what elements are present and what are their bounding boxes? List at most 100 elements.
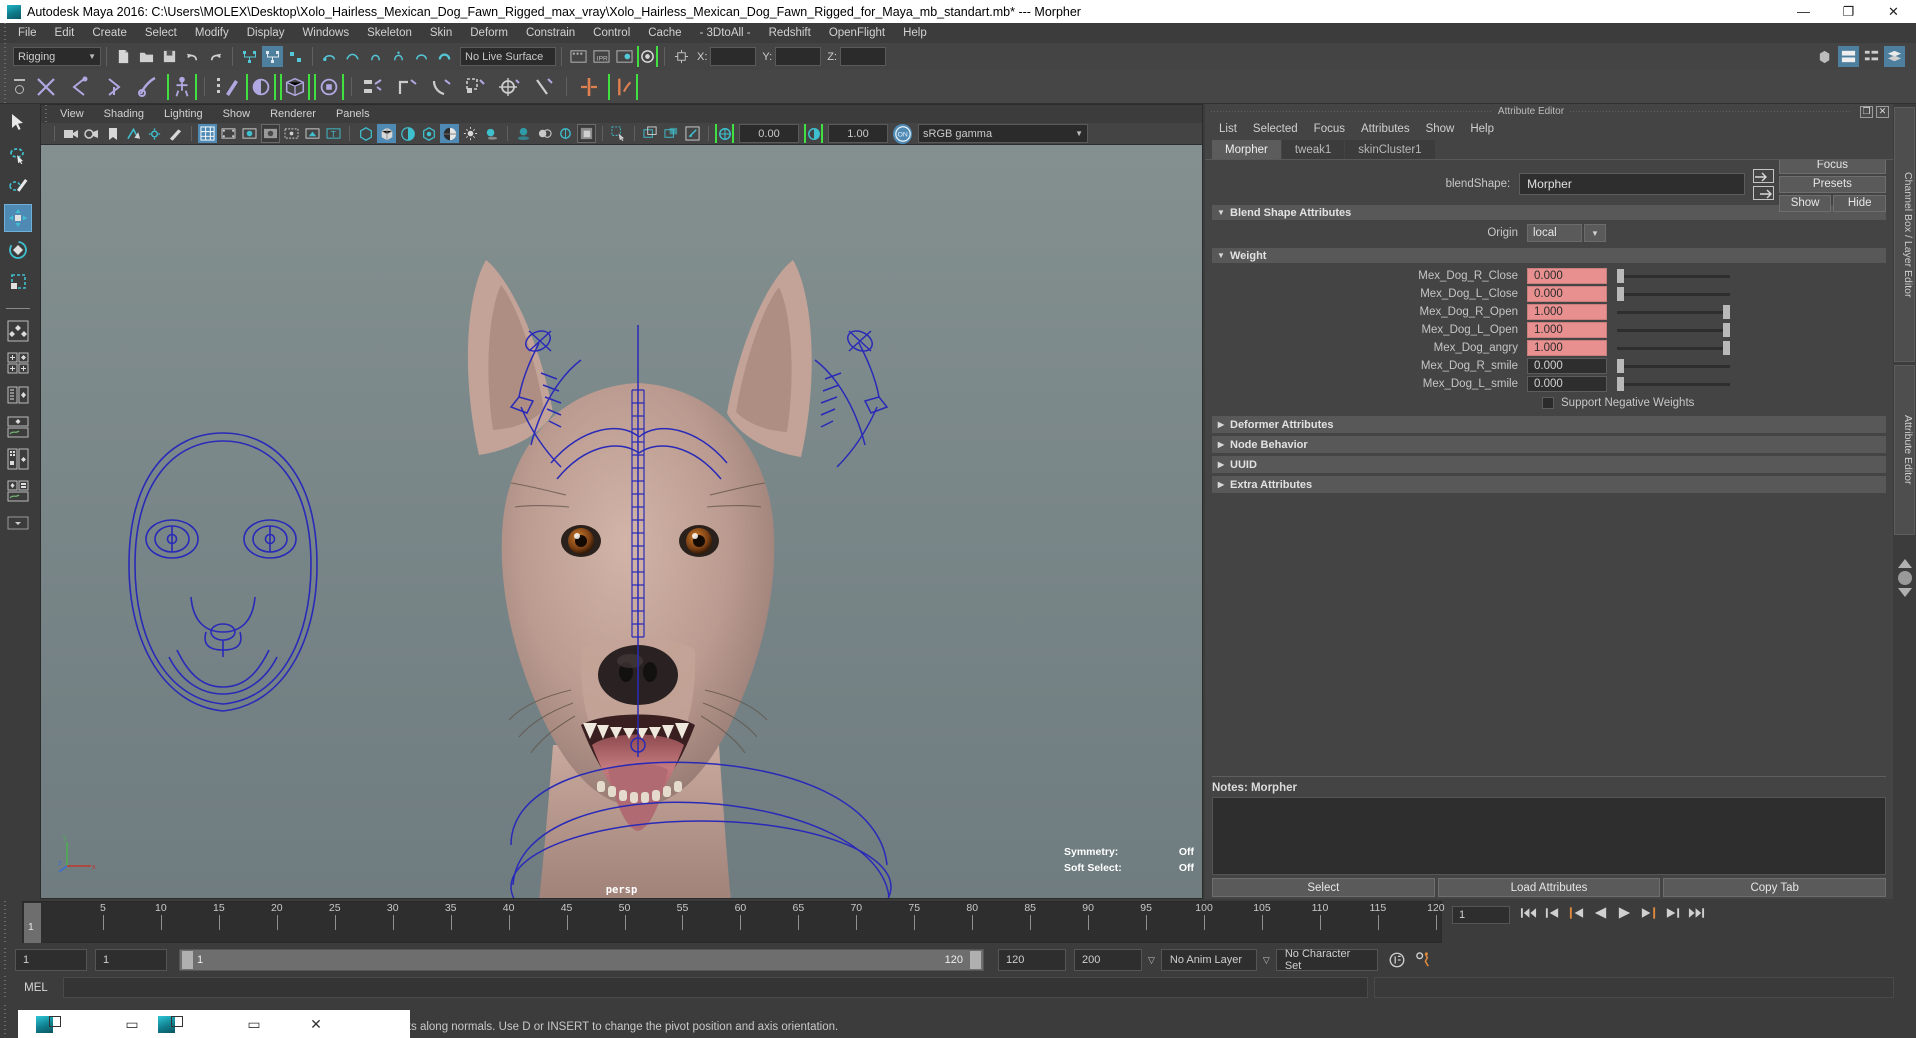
weight-value-field[interactable]: 0.000 [1527,286,1607,302]
menu-modify[interactable]: Modify [186,23,238,43]
snap-curve-icon[interactable] [342,46,363,67]
step-forward-frame-icon[interactable] [1640,903,1657,923]
play-backwards-icon[interactable] [1592,903,1609,923]
viewport-3d-canvas[interactable]: y x z Symmetry: Off Soft Select: Off per… [41,145,1202,898]
lasso-tool-icon[interactable] [4,140,32,168]
frame-selected-icon[interactable] [683,124,702,143]
grease-pencil-icon[interactable] [166,124,185,143]
weight-slider[interactable] [1617,376,1730,392]
bookmark-icon[interactable] [103,124,122,143]
shaded-wireframe-icon[interactable] [398,124,417,143]
range-start-field[interactable]: 1 [95,949,167,971]
menu-redshift[interactable]: Redshift [760,23,820,43]
time-slider-gripper[interactable] [0,901,9,943]
weight-slider[interactable] [1617,286,1730,302]
weight-slider-handle[interactable] [1723,305,1730,319]
depth-of-field-icon[interactable] [577,124,596,143]
exposure-field[interactable]: 0.00 [739,124,799,143]
select-button[interactable]: Select [1212,878,1435,897]
smooth-shading-icon[interactable] [377,124,396,143]
snap-projected-center-icon[interactable] [388,46,409,67]
current-time-cursor[interactable]: 1 [24,903,41,943]
anim-layer-dropdown[interactable]: No Anim Layer [1160,949,1257,971]
use-all-lights-icon[interactable] [461,124,480,143]
viewport-menu-panels[interactable]: Panels [326,108,380,120]
tab-morpher[interactable]: Morpher [1212,140,1281,159]
weight-slider-handle[interactable] [1723,341,1730,355]
gamma-field[interactable]: 1.00 [828,124,888,143]
cluster-deformer-icon[interactable] [314,72,344,102]
blendshape-name-field[interactable]: Morpher [1519,173,1746,195]
chevron-down-icon[interactable]: ▼ [1584,224,1606,242]
point-constraint-icon[interactable] [393,72,423,102]
rotate-tool-icon[interactable] [4,236,32,264]
step-forward-keyframe-icon[interactable] [1664,903,1681,923]
show-hide-tool-settings-icon[interactable] [1861,46,1882,67]
scroll-down-arrow-icon[interactable] [1898,588,1912,597]
chevron-down-icon[interactable]: ▽ [1148,955,1155,966]
minimize-button[interactable]: — [1781,0,1826,23]
step-back-keyframe-icon[interactable] [1544,903,1561,923]
blend-shape-icon[interactable] [246,72,276,102]
section-deformer-attributes[interactable]: ▶ Deformer Attributes [1212,416,1886,433]
section-node-behavior[interactable]: ▶ Node Behavior [1212,436,1886,453]
minwin2-close-icon[interactable]: ✕ [285,1016,347,1033]
section-uuid[interactable]: ▶ UUID [1212,456,1886,473]
move-tool-icon[interactable] [4,204,32,232]
layout-persp-outliner-graph-icon[interactable] [4,477,32,505]
select-camera-icon[interactable] [61,124,80,143]
weight-slider-handle[interactable] [1617,359,1624,373]
viewport-menubar-gripper[interactable] [41,105,50,123]
scroll-up-arrow-icon[interactable] [1898,559,1912,568]
viewport-menu-renderer[interactable]: Renderer [260,108,326,120]
menu-display[interactable]: Display [238,23,294,43]
viewport-menu-lighting[interactable]: Lighting [154,108,213,120]
character-set-dropdown[interactable]: No Character Set [1275,948,1378,972]
layout-split-icon[interactable] [4,349,32,377]
menu-select[interactable]: Select [136,23,186,43]
parent-constraint-icon[interactable] [359,72,389,102]
ae-menu-attributes[interactable]: Attributes [1353,123,1418,135]
xray-icon[interactable] [303,124,322,143]
live-surface-field[interactable]: No Live Surface [460,47,556,66]
help-line-gripper[interactable] [0,1004,9,1035]
shelf-options-icon[interactable] [14,85,24,94]
wireframe-shading-icon[interactable] [356,124,375,143]
vtab-channel-box-layer-editor[interactable]: Channel Box / Layer Editor [1894,107,1915,362]
menuset-dropdown[interactable]: Rigging ▼ [13,47,101,66]
paint-skin-weights-icon[interactable] [212,72,242,102]
section-weight[interactable]: ▼ Weight [1212,248,1886,263]
select-hierarchy-icon[interactable] [239,46,260,67]
weight-slider[interactable] [1617,268,1730,284]
transform-handles-icon[interactable] [671,46,692,67]
undo-icon[interactable] [182,46,203,67]
minwin2-minimize-icon[interactable]: ▭ [223,1016,285,1033]
render-current-frame-icon[interactable] [568,46,589,67]
weight-slider[interactable] [1617,358,1730,374]
menu-file[interactable]: File [9,23,46,43]
menu-3dtoall[interactable]: - 3DtoAll - [691,23,760,43]
weight-slider-handle[interactable] [1617,377,1624,391]
status-line-gripper[interactable] [0,43,9,70]
menubar-gripper[interactable] [0,23,9,43]
gate-mask-icon[interactable] [261,124,280,143]
command-line-gripper[interactable] [0,976,9,999]
menu-windows[interactable]: Windows [293,23,358,43]
menu-deform[interactable]: Deform [461,23,517,43]
aim-constraint-icon[interactable] [495,72,525,102]
snap-grid-icon[interactable] [319,46,340,67]
anim-end-field[interactable]: 200 [1074,949,1142,971]
menu-create[interactable]: Create [83,23,136,43]
select-component-icon[interactable] [285,46,306,67]
menu-control[interactable]: Control [584,23,639,43]
joint-tool-icon[interactable] [31,72,61,102]
ik-handle-tool-icon[interactable] [65,72,95,102]
weight-value-field[interactable]: 0.000 [1527,376,1607,392]
layout-hypershade-icon[interactable] [4,445,32,473]
menu-skin[interactable]: Skin [421,23,461,43]
viewport-menu-view[interactable]: View [50,108,94,120]
restore-button[interactable]: ❐ [1826,0,1871,23]
show-hide-channel-box-icon[interactable] [1884,46,1905,67]
image-plane-icon[interactable] [124,124,143,143]
textured-shading-icon[interactable] [440,124,459,143]
